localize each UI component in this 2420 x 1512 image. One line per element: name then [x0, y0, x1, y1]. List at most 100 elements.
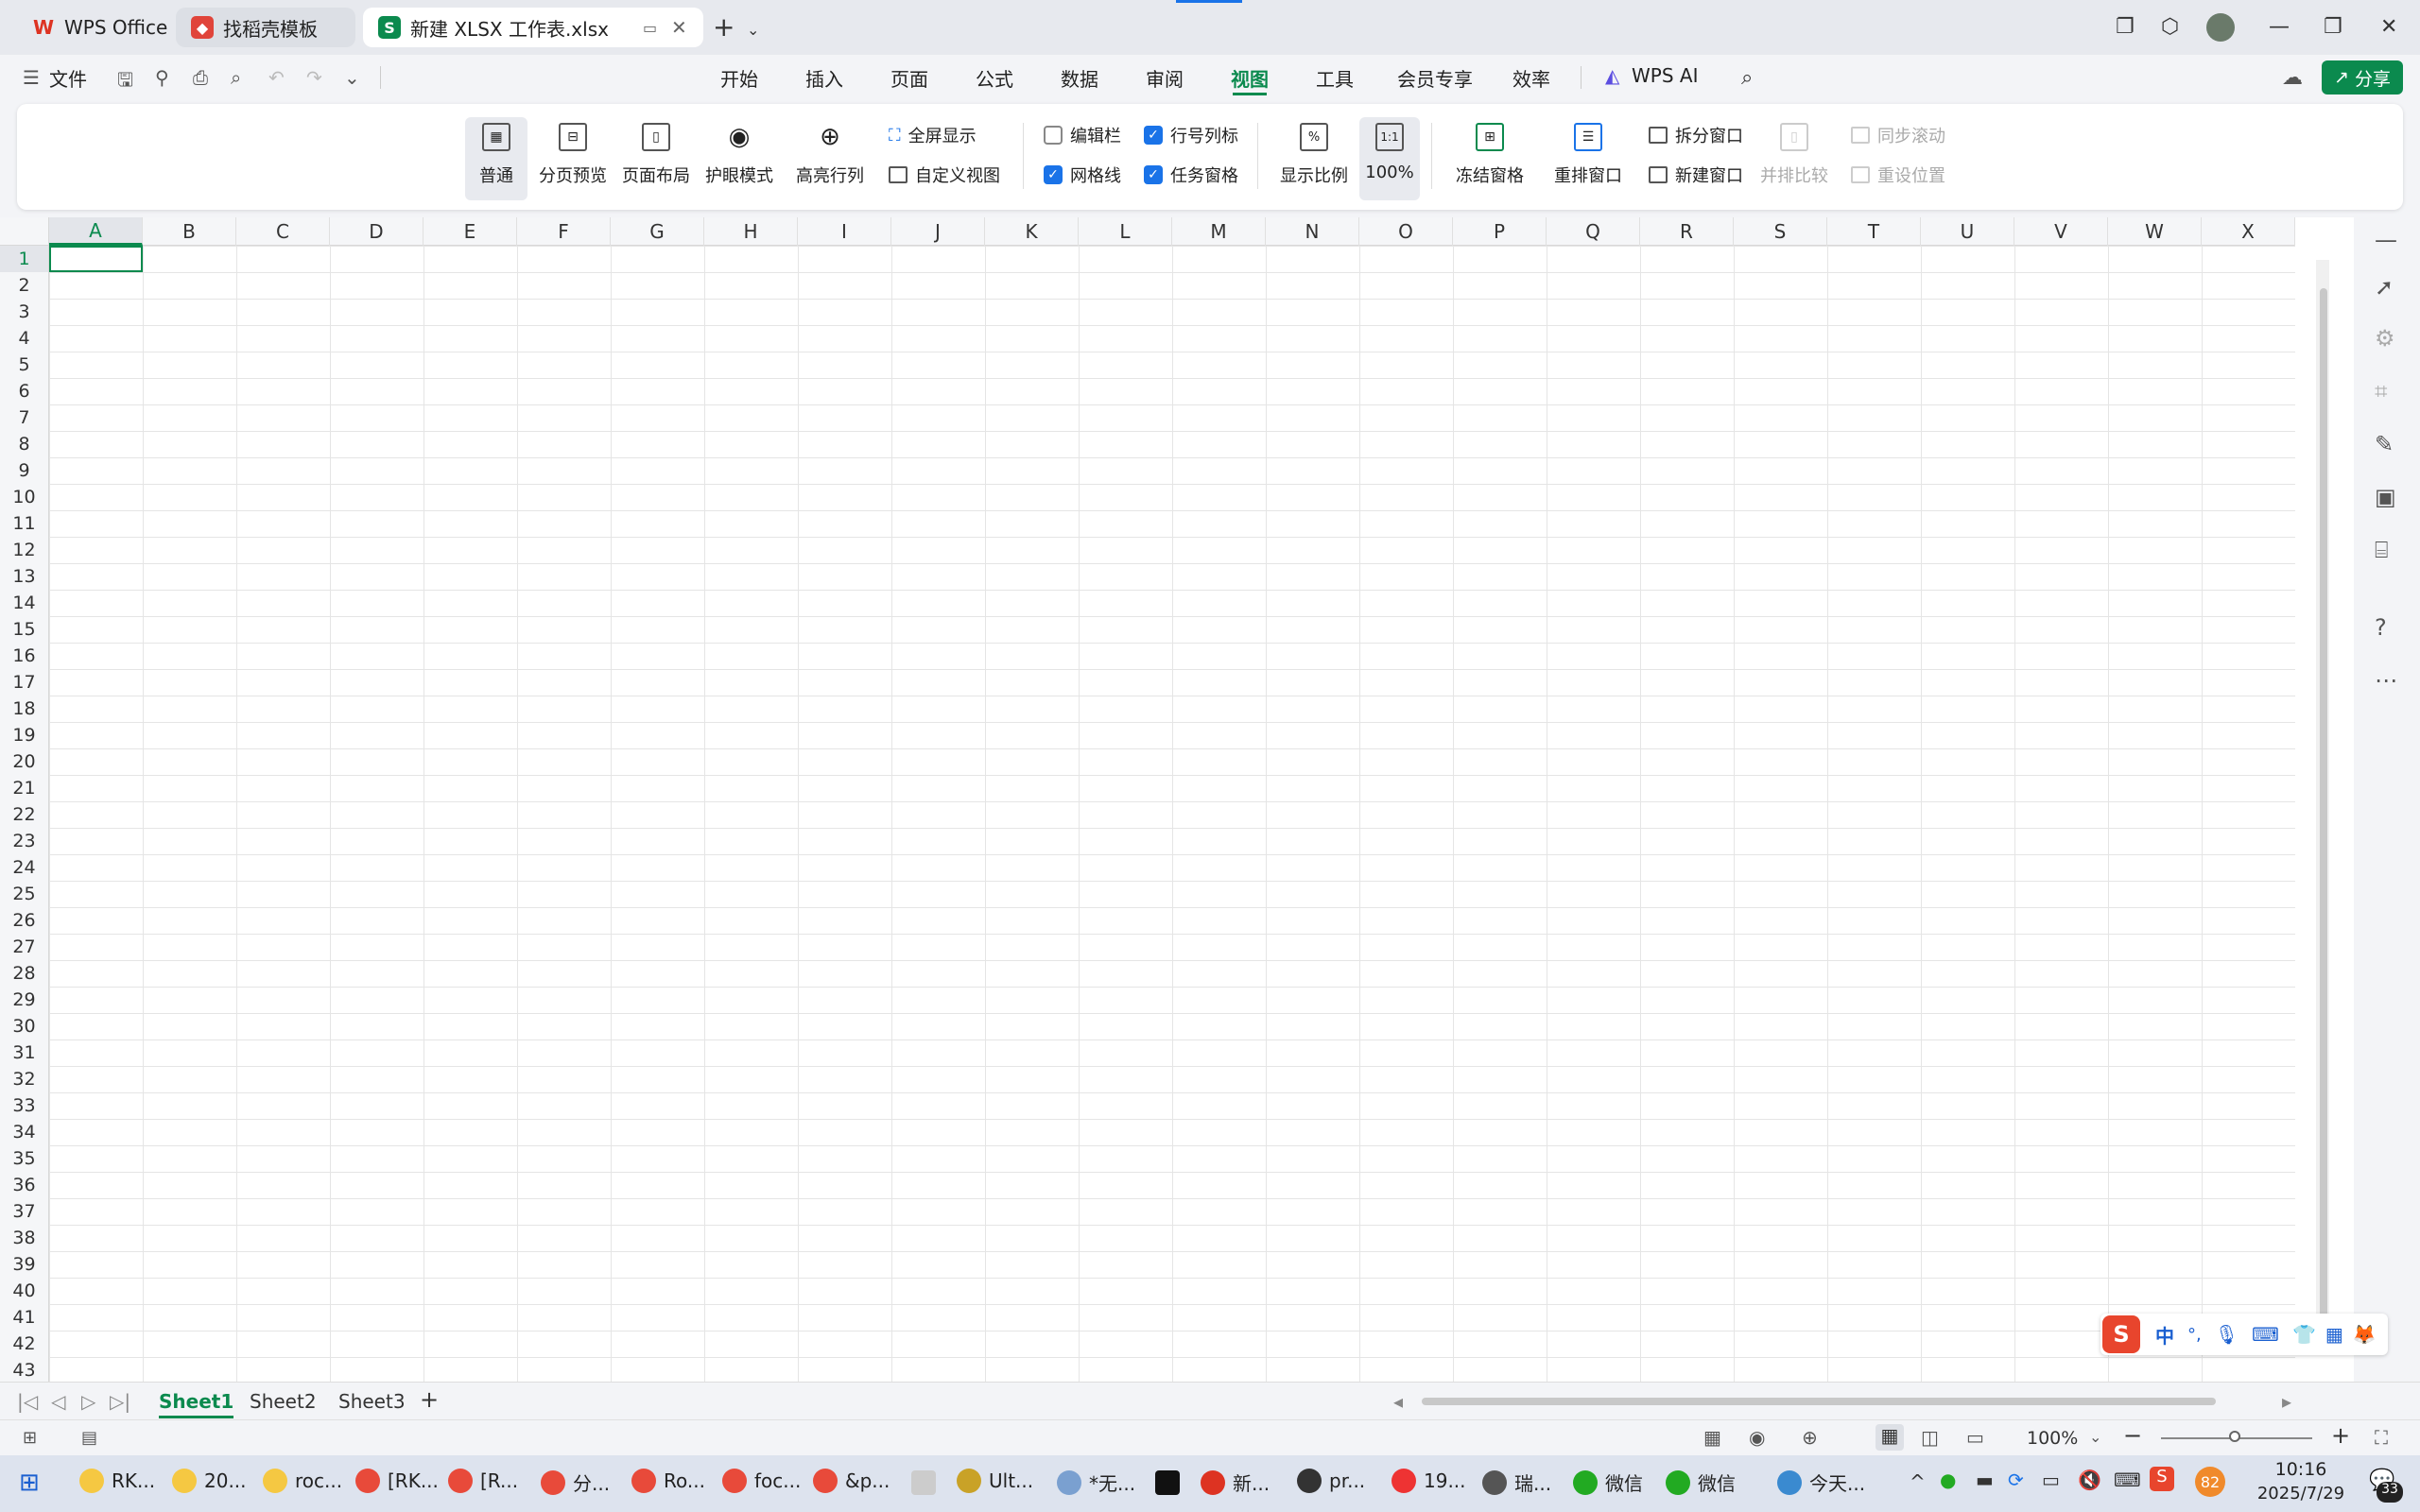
row-header[interactable]: 42	[0, 1331, 48, 1357]
vertical-scroll-thumb[interactable]	[2320, 288, 2327, 1318]
chevron-down-icon[interactable]: ⌄	[747, 21, 759, 39]
taskbar-item[interactable]: 微信	[1573, 1469, 1643, 1496]
close-window-icon[interactable]: ✕	[2380, 15, 2397, 39]
column-header[interactable]: W	[2108, 217, 2202, 246]
row-header[interactable]: 25	[0, 881, 48, 907]
fullscreen-status-icon[interactable]: ⛶	[2375, 1426, 2388, 1449]
row-header[interactable]: 13	[0, 563, 48, 590]
close-tab-icon[interactable]: ✕	[671, 16, 687, 39]
tray-chevron-icon[interactable]: ^	[1910, 1470, 1926, 1493]
microphone-icon[interactable]: 🎙	[2215, 1323, 2238, 1346]
new-window-button[interactable]: 新建窗口	[1649, 163, 1743, 187]
column-header[interactable]: M	[1172, 217, 1266, 246]
search-doc-icon[interactable]: ⚲	[155, 66, 169, 89]
row-header[interactable]: 9	[0, 457, 48, 484]
row-header[interactable]: 11	[0, 510, 48, 537]
book-search-icon[interactable]: ⌸	[2375, 537, 2388, 563]
row-header[interactable]: 8	[0, 431, 48, 457]
page-break-preview-button[interactable]: ⊟ 分页预览	[535, 117, 611, 200]
reset-position-button[interactable]: 重设位置	[1851, 163, 1945, 187]
taskbar-item[interactable]: [RK...	[355, 1469, 439, 1493]
add-sheet-icon[interactable]: +	[420, 1386, 439, 1413]
keyboard-icon[interactable]: ⌨	[2252, 1323, 2279, 1346]
column-header[interactable]: O	[1359, 217, 1453, 246]
row-header[interactable]: 39	[0, 1251, 48, 1278]
cloud-upload-icon[interactable]: ☁	[2282, 66, 2303, 90]
wps-ai-button[interactable]: WPS AI	[1632, 64, 1698, 87]
hamburger-icon[interactable]: ☰	[23, 66, 40, 89]
ime-mode[interactable]: 中	[2155, 1321, 2174, 1349]
windows-start-icon[interactable]: ⊞	[19, 1469, 40, 1497]
row-header[interactable]: 38	[0, 1225, 48, 1251]
column-header[interactable]: L	[1079, 217, 1172, 246]
redo-icon[interactable]: ↷	[306, 66, 322, 89]
print-preview-icon[interactable]: ⌕	[231, 66, 241, 89]
column-header[interactable]: D	[330, 217, 424, 246]
column-header[interactable]: S	[1734, 217, 1827, 246]
row-header[interactable]: 20	[0, 748, 48, 775]
row-header[interactable]: 6	[0, 378, 48, 404]
column-header[interactable]: H	[704, 217, 798, 246]
select-cursor-icon[interactable]: ➚	[2375, 274, 2394, 301]
battery-icon[interactable]: ▬	[1976, 1469, 1994, 1491]
column-header[interactable]: J	[891, 217, 985, 246]
tray-badge[interactable]: 82	[2195, 1467, 2225, 1497]
taskbar-item[interactable]: roc...	[263, 1469, 342, 1493]
normal-view-button[interactable]: ▦ 普通	[465, 117, 527, 200]
menu-view[interactable]: 视图	[1231, 64, 1269, 92]
menu-efficiency[interactable]: 效率	[1512, 64, 1550, 92]
image-edit-icon[interactable]: ▣	[2375, 484, 2396, 510]
row-header[interactable]: 21	[0, 775, 48, 801]
split-window-button[interactable]: 拆分窗口	[1649, 123, 1743, 147]
tab-wps-office[interactable]: W WPS Office	[17, 8, 168, 47]
file-menu[interactable]: 文件	[49, 64, 87, 92]
fullscreen-button[interactable]: ⛶ 全屏显示	[889, 123, 977, 147]
help-icon[interactable]: ?	[2375, 614, 2387, 641]
tools-icon[interactable]: ✎	[2375, 431, 2394, 457]
row-header[interactable]: 16	[0, 643, 48, 669]
taskbar-item[interactable]: [R...	[448, 1469, 518, 1493]
page-break-status-icon[interactable]: ▭	[1966, 1426, 1984, 1449]
ime-toolbar[interactable]: S 中 °, 🎙 ⌨ 👕 ▦ 🦊	[2100, 1314, 2388, 1355]
column-header[interactable]: X	[2202, 217, 2295, 246]
column-header[interactable]: N	[1266, 217, 1359, 246]
column-header[interactable]: U	[1921, 217, 2014, 246]
avatar[interactable]	[2206, 13, 2235, 42]
ime-punct[interactable]: °,	[2187, 1325, 2202, 1345]
taskbar-item[interactable]: 今天...	[1777, 1469, 1865, 1496]
zoom-out-icon[interactable]: −	[2123, 1422, 2142, 1449]
taskbar-item[interactable]: pr...	[1297, 1469, 1365, 1493]
menu-formula[interactable]: 公式	[976, 64, 1013, 92]
custom-view-button[interactable]: 自定义视图	[889, 163, 1000, 187]
zoom-100-button[interactable]: 1:1 100%	[1359, 117, 1420, 200]
spreadsheet-grid[interactable]: ABCDEFGHIJKLMNOPQRSTUVWX 1 2 3 4 5 6 7 8 9 10 11 12…	[0, 217, 2354, 1383]
task-pane-checkbox[interactable]: ✓ 任务窗格	[1144, 163, 1238, 187]
sogou-tray-icon[interactable]: S	[2150, 1467, 2174, 1491]
column-header[interactable]: K	[985, 217, 1079, 246]
skin-icon[interactable]: 👕	[2292, 1323, 2316, 1346]
last-sheet-icon[interactable]: ▷|	[110, 1390, 130, 1413]
sync-scroll-button[interactable]: 同步滚动	[1851, 123, 1945, 147]
row-header[interactable]: 41	[0, 1304, 48, 1331]
menu-review[interactable]: 审阅	[1146, 64, 1184, 92]
menu-tools[interactable]: 工具	[1316, 64, 1354, 92]
more-chevron-icon[interactable]: ⌄	[344, 66, 360, 89]
mascot-icon[interactable]: 🦊	[2353, 1323, 2377, 1346]
column-header[interactable]: V	[2014, 217, 2108, 246]
column-header[interactable]: B	[143, 217, 236, 246]
clock-time[interactable]: 10:16	[2259, 1459, 2342, 1480]
row-header[interactable]: 23	[0, 828, 48, 854]
crop-icon[interactable]: ⌗	[2375, 378, 2388, 404]
menu-member[interactable]: 会员专享	[1397, 64, 1473, 92]
taskbar-item[interactable]: 瑞...	[1482, 1469, 1551, 1496]
row-header[interactable]: 37	[0, 1198, 48, 1225]
next-sheet-icon[interactable]: ▷	[81, 1390, 95, 1413]
row-header[interactable]: 19	[0, 722, 48, 748]
hscroll-left-icon[interactable]: ◂	[1393, 1390, 1403, 1413]
new-tab-plus-icon[interactable]: +	[713, 11, 735, 43]
cube-icon[interactable]: ⬡	[2161, 15, 2179, 39]
minimize-icon[interactable]: —	[2269, 15, 2290, 39]
row-header[interactable]: 32	[0, 1066, 48, 1092]
menu-data[interactable]: 数据	[1061, 64, 1098, 92]
sheet-tab-2[interactable]: Sheet2	[250, 1390, 317, 1413]
